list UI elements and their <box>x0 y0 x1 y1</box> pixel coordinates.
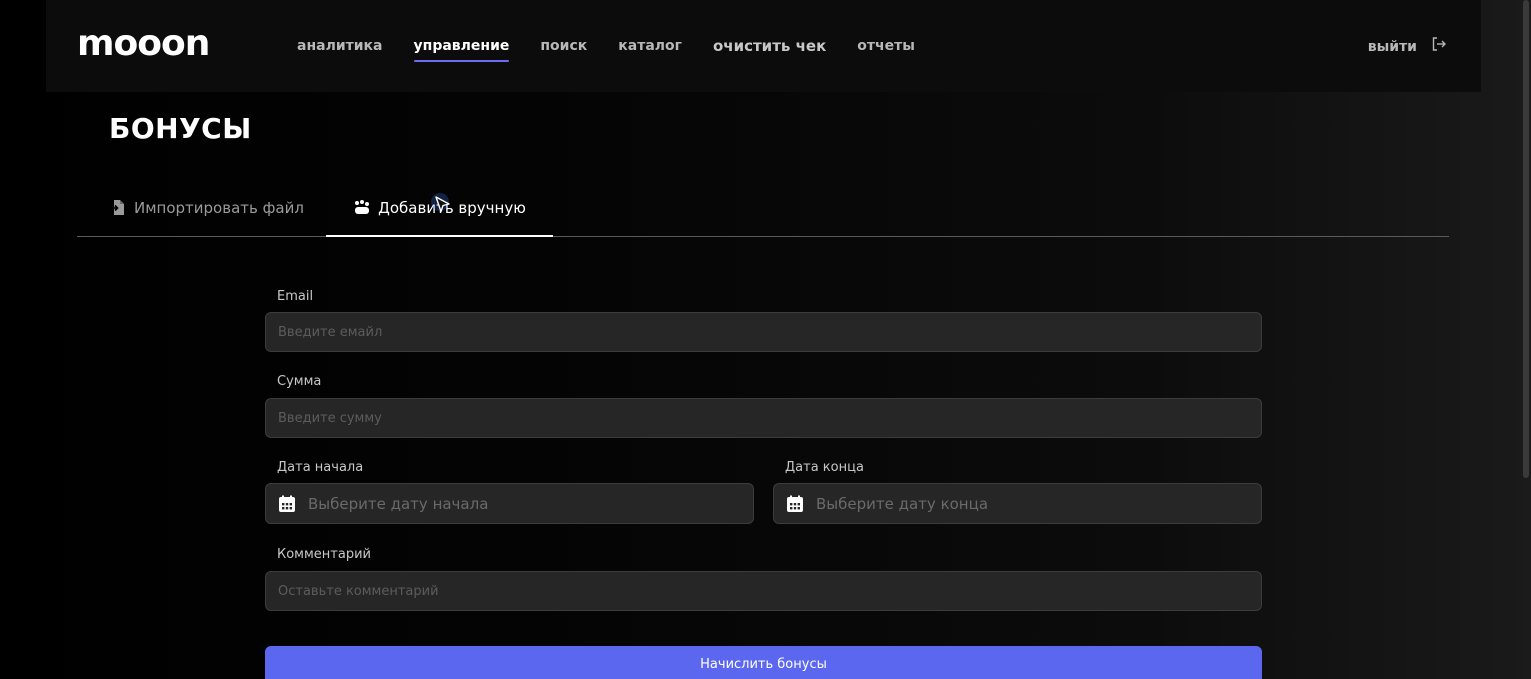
hand-add-icon <box>353 199 370 216</box>
end-date-placeholder: Выберите дату конца <box>816 494 989 513</box>
tabs-bar: Импортировать файл Добавить вручную <box>77 180 1449 237</box>
logout-button[interactable]: выйти <box>1368 36 1447 58</box>
start-date-picker[interactable]: Выберите дату начала <box>265 483 754 524</box>
main-nav: аналитика управление поиск каталог очист… <box>297 36 946 62</box>
comment-input[interactable] <box>265 571 1262 611</box>
nav-item-clear-receipt[interactable]: очистить чек <box>713 36 826 56</box>
email-input[interactable] <box>265 312 1262 352</box>
start-date-placeholder: Выберите дату начала <box>308 494 489 513</box>
nav-item-search[interactable]: поиск <box>540 36 587 56</box>
mouse-pointer-icon <box>431 193 450 213</box>
nav-item-catalog[interactable]: каталог <box>618 36 682 56</box>
page-title: БОНУСЫ <box>109 112 252 145</box>
amount-input[interactable] <box>265 398 1262 438</box>
comment-label: Комментарий <box>277 547 371 562</box>
logo[interactable]: mooon <box>77 22 210 66</box>
email-label: Email <box>277 289 314 304</box>
logout-icon <box>1431 36 1447 58</box>
tab-import-file[interactable]: Импортировать файл <box>109 180 326 235</box>
calendar-icon <box>278 495 296 513</box>
nav-item-analytics[interactable]: аналитика <box>297 36 383 56</box>
calendar-icon <box>786 495 804 513</box>
start-date-label: Дата начала <box>277 460 364 475</box>
amount-label: Сумма <box>277 374 322 389</box>
top-header: mooon аналитика управление поиск каталог… <box>46 0 1481 92</box>
end-date-picker[interactable]: Выберите дату конца <box>773 483 1262 524</box>
scrollbar-thumb[interactable] <box>1523 0 1529 478</box>
scrollbar[interactable] <box>1521 0 1531 679</box>
submit-bonuses-button[interactable]: Начислить бонусы <box>265 646 1262 679</box>
logout-label: выйти <box>1367 39 1417 55</box>
end-date-label: Дата конца <box>785 460 864 475</box>
page: mooon аналитика управление поиск каталог… <box>0 0 1531 679</box>
nav-item-management[interactable]: управление <box>413 36 509 62</box>
nav-item-reports[interactable]: отчеты <box>857 36 915 56</box>
tab-import-label: Импортировать файл <box>134 198 304 217</box>
file-import-icon <box>109 199 126 216</box>
